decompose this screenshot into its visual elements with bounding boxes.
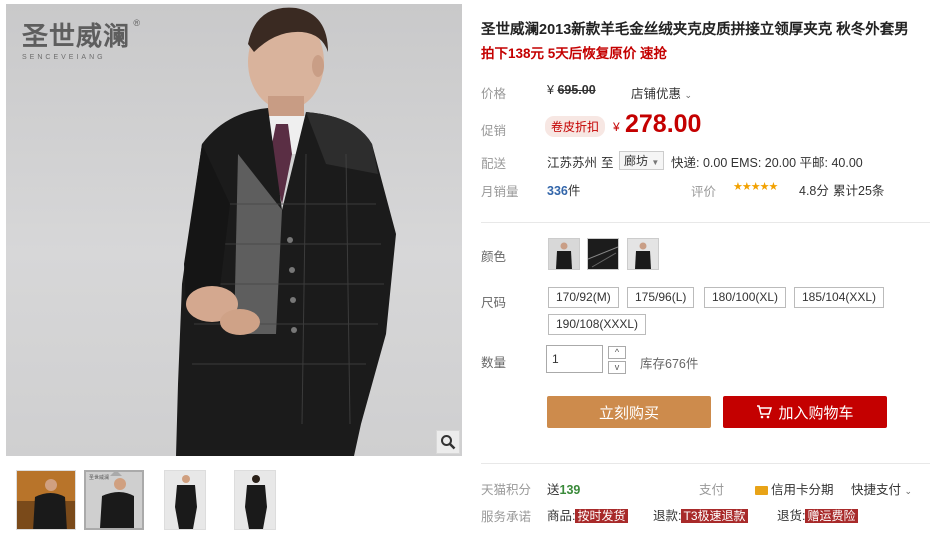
size-label: 尺码 xyxy=(481,296,507,310)
size-option-m[interactable]: 170/92(M) xyxy=(548,287,619,308)
stock-count: 库存676件 xyxy=(640,357,699,371)
divider xyxy=(481,463,930,464)
model-photo xyxy=(176,7,396,456)
rating-label: 评价 xyxy=(691,185,717,199)
main-product-image[interactable]: 圣世威澜 ® SENCEVEIANG xyxy=(6,4,462,456)
product-title: 圣世威澜2013新款羊毛金丝绒夹克皮质拼接立领厚夹克 秋冬外套男 xyxy=(481,22,909,38)
quick-pay-label: 快捷支付 xyxy=(851,483,902,497)
quantity-decrease-button[interactable]: v xyxy=(608,361,626,374)
destination-dropdown[interactable]: 廊坊 ▼ xyxy=(619,151,665,170)
monthly-sales-label: 月销量 xyxy=(481,185,519,199)
points-number: 139 xyxy=(559,483,581,497)
service-goods-label: 商品: xyxy=(547,509,576,523)
promo-currency: ¥ xyxy=(613,120,620,134)
payment-label: 支付 xyxy=(699,483,725,497)
service-refund-label: 退款: xyxy=(653,509,682,523)
credit-installment-label: 信用卡分期 xyxy=(771,483,834,497)
store-promo-label: 店铺优惠 xyxy=(631,87,682,101)
divider xyxy=(481,222,930,223)
thumbnail-strip: 圣世威澜 xyxy=(6,462,462,542)
product-subtitle: 拍下138元 5天后恢复原价 速抢 xyxy=(481,46,668,61)
size-option-xl[interactable]: 180/100(XL) xyxy=(704,287,787,308)
color-option-3[interactable] xyxy=(627,238,659,270)
monthly-sales-unit: 件 xyxy=(567,184,581,198)
color-option-2[interactable] xyxy=(587,238,619,270)
buy-now-button[interactable]: 立刻购买 xyxy=(547,396,711,428)
registered-mark: ® xyxy=(133,18,141,28)
currency-symbol: ¥ xyxy=(547,83,554,97)
size-option-l[interactable]: 175/96(L) xyxy=(627,287,695,308)
service-refund: 退款: T3极速退款 xyxy=(653,505,748,524)
thumbnail-2[interactable]: 圣世威澜 xyxy=(84,470,144,530)
service-goods: 商品: 按时发货 xyxy=(547,505,628,524)
promo-badge: 卷皮折扣 xyxy=(545,116,606,137)
shipping-label: 配送 xyxy=(481,157,507,171)
points-label: 天猫积分 xyxy=(481,483,532,497)
promo-price: 278.00 xyxy=(625,110,702,138)
thumbnail-3[interactable] xyxy=(164,470,206,530)
size-option-xxl[interactable]: 185/104(XXL) xyxy=(794,287,885,308)
quantity-increase-button[interactable]: ^ xyxy=(608,346,626,359)
cart-icon xyxy=(757,405,773,419)
service-label: 服务承诺 xyxy=(481,510,532,524)
quantity-input[interactable] xyxy=(546,345,603,373)
magnifier-icon xyxy=(441,435,456,450)
size-option-xxxl[interactable]: 190/108(XXXL) xyxy=(548,314,647,335)
rating-stars: ★★★★★ xyxy=(733,181,778,193)
brand-logo-cn: 圣世威澜 xyxy=(22,22,131,52)
points-prefix: 送 xyxy=(547,483,560,497)
original-price: ¥ 695.00 xyxy=(547,83,596,97)
quick-pay[interactable]: 快捷支付 ⌄ xyxy=(851,479,912,498)
points-value: 送139 xyxy=(547,479,580,498)
color-label: 颜色 xyxy=(481,250,507,264)
service-return-tag[interactable]: 赠运费险 xyxy=(805,509,858,523)
shipping-from: 江苏苏州 xyxy=(547,156,598,170)
shipping-to-word: 至 xyxy=(601,156,614,170)
quantity-label: 数量 xyxy=(481,356,507,370)
add-to-cart-label: 加入购物车 xyxy=(778,404,854,422)
color-option-1[interactable] xyxy=(548,238,580,270)
add-to-cart-button[interactable]: 加入购物车 xyxy=(723,396,887,428)
credit-card-icon xyxy=(755,486,768,496)
credit-installment[interactable]: 信用卡分期 xyxy=(755,479,834,498)
chevron-down-icon: ⌄ xyxy=(684,90,693,100)
service-return-label: 退货: xyxy=(777,509,806,523)
service-refund-tag[interactable]: T3极速退款 xyxy=(681,509,748,523)
brand-logo-en: SENCEVEIANG xyxy=(22,54,106,61)
store-promo-dropdown[interactable]: 店铺优惠 ⌄ xyxy=(631,83,692,102)
destination-city: 廊坊 xyxy=(624,154,649,168)
monthly-sales-count: 336 xyxy=(547,184,568,198)
rating-score: 4.8分 xyxy=(799,184,829,198)
thumbnail-1[interactable] xyxy=(16,470,76,530)
thumb-overlay-text: 圣世威澜 xyxy=(89,475,110,481)
shipping-fees: 快递: 0.00 EMS: 20.00 平邮: 40.00 xyxy=(671,156,863,170)
chevron-down-icon: ⌄ xyxy=(904,486,913,496)
service-return: 退货: 赠运费险 xyxy=(777,505,858,524)
service-goods-tag[interactable]: 按时发货 xyxy=(575,509,628,523)
zoom-button[interactable] xyxy=(436,430,460,454)
original-price-value: 695.00 xyxy=(557,83,596,97)
monthly-sales: 336件 xyxy=(547,180,580,199)
review-count-link[interactable]: 累计25条 xyxy=(833,180,884,199)
dropdown-arrow-icon: ▼ xyxy=(651,158,660,167)
thumbnail-4[interactable] xyxy=(234,470,276,530)
brand-logo: 圣世威澜 ® SENCEVEIANG xyxy=(22,16,140,61)
price-label: 价格 xyxy=(481,87,507,101)
promo-label: 促销 xyxy=(481,124,507,138)
